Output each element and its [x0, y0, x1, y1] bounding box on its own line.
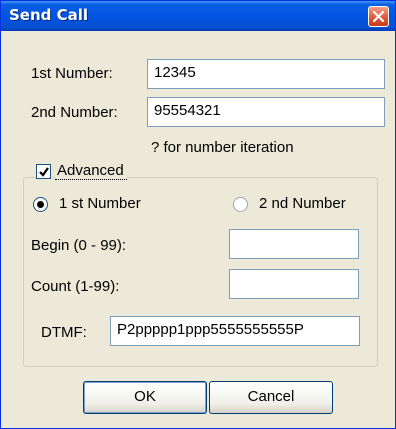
- first-number-field[interactable]: 12345: [147, 59, 385, 89]
- iteration-hint: ? for number iteration: [151, 139, 294, 156]
- close-icon: [373, 11, 384, 22]
- dtmf-label: DTMF:: [41, 324, 87, 341]
- radio-first-number[interactable]: [33, 197, 48, 212]
- begin-field[interactable]: [229, 229, 359, 259]
- radio-second-number[interactable]: [233, 197, 248, 212]
- advanced-checkbox[interactable]: [36, 164, 51, 179]
- first-number-label: 1st Number:: [31, 65, 113, 82]
- radio-second-number-label[interactable]: 2 nd Number: [259, 195, 346, 212]
- ok-button[interactable]: OK: [83, 381, 207, 414]
- second-number-field[interactable]: 95554321: [147, 97, 385, 127]
- title-bar[interactable]: Send Call: [1, 1, 395, 31]
- advanced-checkbox-label[interactable]: Advanced: [55, 162, 127, 180]
- send-call-dialog: Send Call 1st Number: 12345 2nd Number: …: [0, 0, 396, 429]
- cancel-button[interactable]: Cancel: [209, 381, 333, 414]
- checkmark-icon: [39, 167, 49, 177]
- dtmf-field[interactable]: P2ppppp1ppp5555555555P: [110, 316, 360, 346]
- count-field[interactable]: [229, 269, 359, 299]
- second-number-label: 2nd Number:: [31, 104, 118, 121]
- dialog-title: Send Call: [9, 6, 89, 24]
- count-label: Count (1-99):: [31, 278, 120, 295]
- radio-first-number-label[interactable]: 1 st Number: [59, 195, 141, 212]
- close-button[interactable]: [368, 6, 389, 27]
- begin-label: Begin (0 - 99):: [31, 237, 127, 254]
- radio-selected-icon: [37, 201, 44, 208]
